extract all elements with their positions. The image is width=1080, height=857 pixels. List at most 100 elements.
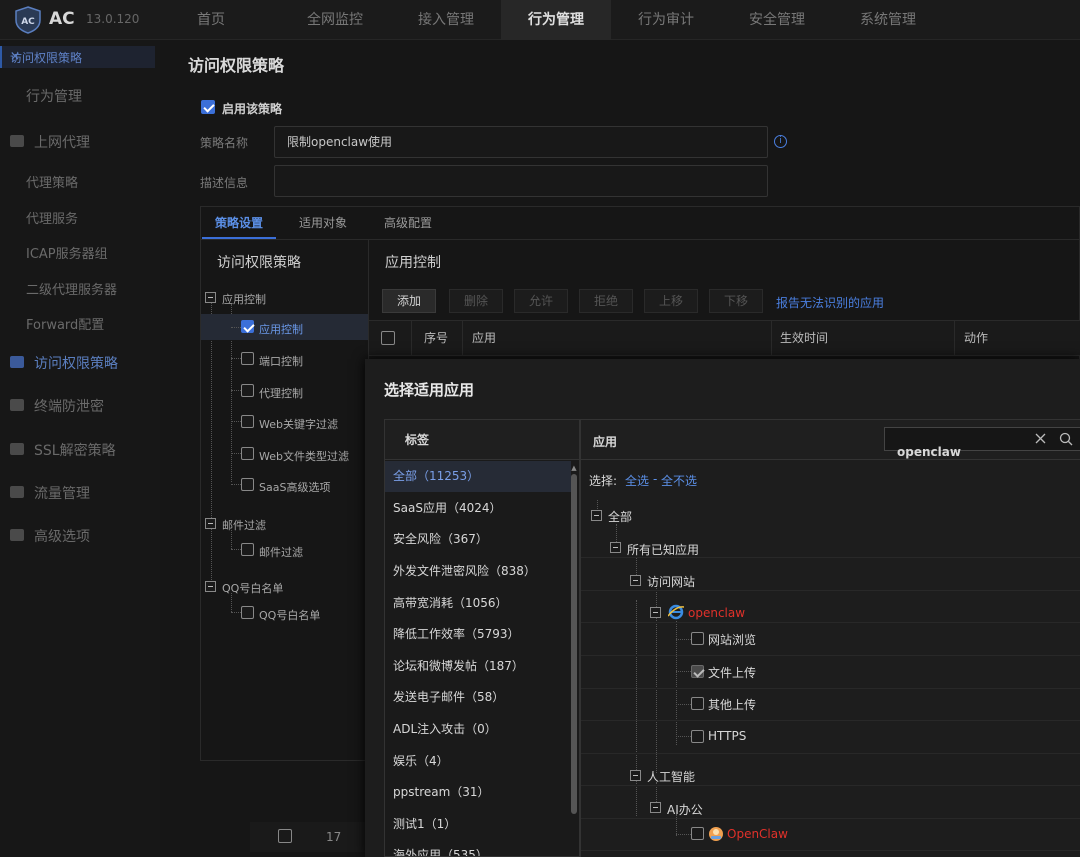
tree-web-filetype[interactable]: Web文件类型过滤 <box>259 448 349 464</box>
tab-advanced[interactable]: 高级配置 <box>384 207 432 239</box>
tree-app-control[interactable]: 应用控制 <box>259 321 303 337</box>
tree-checkbox[interactable] <box>241 415 254 428</box>
scroll-thumb[interactable] <box>571 474 577 814</box>
tag-item[interactable]: ADL注入攻击（0） <box>385 714 571 745</box>
enable-label: 启用该策略 <box>222 102 283 116</box>
tag-item[interactable]: SaaS应用（4024） <box>385 493 571 524</box>
move-up-button[interactable]: 上移 <box>644 289 699 313</box>
search-icon[interactable] <box>1059 432 1073 446</box>
logo-shield-icon: AC <box>15 6 41 34</box>
nav-security[interactable]: 安全管理 <box>722 0 832 40</box>
app-tree-upload[interactable]: 文件上传 <box>708 664 756 681</box>
app-tree-browse[interactable]: 网站浏览 <box>708 631 756 648</box>
tree-checkbox[interactable] <box>241 606 254 619</box>
app-checkbox[interactable] <box>691 827 704 840</box>
close-icon[interactable]: × <box>10 49 20 63</box>
add-button[interactable]: 添加 <box>382 289 437 313</box>
app-search-input[interactable]: openclaw <box>884 427 1080 459</box>
tag-item[interactable]: 外发文件泄密风险（838） <box>385 556 571 587</box>
tag-item[interactable]: 高带宽消耗（1056） <box>385 588 571 619</box>
move-down-button[interactable]: 下移 <box>709 289 764 313</box>
app-tree-openclaw-ai[interactable]: OpenClaw <box>727 827 788 841</box>
clear-icon[interactable] <box>1035 433 1046 444</box>
select-all-link[interactable]: 全选 <box>625 472 649 489</box>
tree-port-control[interactable]: 端口控制 <box>259 353 303 369</box>
description-input[interactable] <box>274 165 768 197</box>
deny-button[interactable]: 拒绝 <box>579 289 634 313</box>
tree-checkbox[interactable] <box>241 384 254 397</box>
app-tree-known[interactable]: 所有已知应用 <box>627 541 699 558</box>
open-tab[interactable]: 访问权限策略 × <box>0 46 155 68</box>
app-checkbox[interactable] <box>691 730 704 743</box>
app-tree-other-upload[interactable]: 其他上传 <box>708 696 756 713</box>
app-tree-ai[interactable]: 人工智能 <box>647 768 695 785</box>
app-checkbox[interactable] <box>691 632 704 645</box>
app-tree-ai-office[interactable]: AI办公 <box>667 801 703 818</box>
nav-audit[interactable]: 行为审计 <box>611 0 721 40</box>
nav-home[interactable]: 首页 <box>156 0 266 40</box>
tag-item[interactable]: 测试1（1） <box>385 809 571 840</box>
col-app: 应用 <box>472 331 497 345</box>
allow-button[interactable]: 允许 <box>514 289 569 313</box>
tag-item[interactable]: 海外应用（535） <box>385 840 571 856</box>
tree-mail-filter[interactable]: 邮件过滤 <box>259 544 303 560</box>
collapse-icon[interactable] <box>650 607 661 618</box>
tag-item[interactable]: 安全风险（367） <box>385 524 571 555</box>
report-unknown-app-link[interactable]: 报告无法识别的应用 <box>776 294 884 311</box>
scroll-up-icon[interactable]: ▲ <box>571 464 577 472</box>
nav-monitor[interactable]: 全网监控 <box>280 0 390 40</box>
tree-app-control-group[interactable]: 应用控制 <box>222 291 266 307</box>
page-title: 访问权限策略 <box>188 56 285 75</box>
app-tree-https[interactable]: HTTPS <box>708 729 746 743</box>
app-checkbox-checked[interactable] <box>691 665 704 678</box>
collapse-icon[interactable] <box>205 581 216 592</box>
enable-checkbox[interactable] <box>201 100 215 114</box>
select-app-dialog: 选择适用应用 标签 全部（11253） SaaS应用（4024） 安全风险（36… <box>365 359 1080 857</box>
nav-system[interactable]: 系统管理 <box>833 0 943 40</box>
delete-button[interactable]: 删除 <box>449 289 504 313</box>
select-all-checkbox[interactable] <box>381 331 395 345</box>
tab-targets[interactable]: 适用对象 <box>299 207 347 239</box>
collapse-icon[interactable] <box>610 542 621 553</box>
tag-item[interactable]: 论坛和微博发帖（187） <box>385 651 571 682</box>
tag-item[interactable]: 发送电子邮件（58） <box>385 682 571 713</box>
tree-checkbox[interactable] <box>241 478 254 491</box>
tree-qq-whitelist[interactable]: QQ号白名单 <box>259 607 320 623</box>
info-icon[interactable]: i <box>774 135 787 148</box>
tree-web-keyword[interactable]: Web关键字过滤 <box>259 416 338 432</box>
ie-browser-icon <box>668 604 684 620</box>
policy-name-input[interactable]: 限制openclaw使用 <box>274 126 768 158</box>
tree-proxy-control[interactable]: 代理控制 <box>259 385 303 401</box>
tree-checkbox[interactable] <box>241 447 254 460</box>
tag-item[interactable]: 全部（11253） <box>385 461 571 492</box>
app-checkbox[interactable] <box>691 697 704 710</box>
select-label: 选择: <box>589 474 618 488</box>
tree-checkbox[interactable] <box>241 352 254 365</box>
collapse-icon[interactable] <box>591 510 602 521</box>
select-none-link[interactable]: 全不选 <box>661 472 697 489</box>
tag-scrollbar[interactable]: ▲ <box>571 464 577 856</box>
app-tree-website[interactable]: 访问网站 <box>647 573 695 590</box>
tag-item[interactable]: ppstream（31） <box>385 777 571 808</box>
collapse-icon[interactable] <box>205 292 216 303</box>
app-panel-header: 应用 openclaw <box>581 420 1080 460</box>
collapse-icon[interactable] <box>205 518 216 529</box>
tag-panel: 标签 全部（11253） SaaS应用（4024） 安全风险（367） 外发文件… <box>384 419 580 857</box>
collapse-icon[interactable] <box>630 770 641 781</box>
app-tree-all[interactable]: 全部 <box>608 508 632 525</box>
app-tree-openclaw[interactable]: openclaw <box>688 606 745 620</box>
tree-mail-group[interactable]: 邮件过滤 <box>222 517 266 533</box>
name-label: 策略名称 <box>200 136 249 150</box>
collapse-icon[interactable] <box>650 802 661 813</box>
tree-checkbox[interactable] <box>241 320 254 333</box>
row-checkbox[interactable] <box>278 829 292 843</box>
tag-item[interactable]: 降低工作效率（5793） <box>385 619 571 650</box>
tree-checkbox[interactable] <box>241 543 254 556</box>
tag-item[interactable]: 娱乐（4） <box>385 746 571 777</box>
policy-icon <box>10 356 24 368</box>
tree-saas-advanced[interactable]: SaaS高级选项 <box>259 479 330 495</box>
nav-behavior[interactable]: 行为管理 <box>501 0 611 40</box>
collapse-icon[interactable] <box>630 575 641 586</box>
tab-policy-settings[interactable]: 策略设置 <box>202 207 276 239</box>
nav-access[interactable]: 接入管理 <box>391 0 501 40</box>
